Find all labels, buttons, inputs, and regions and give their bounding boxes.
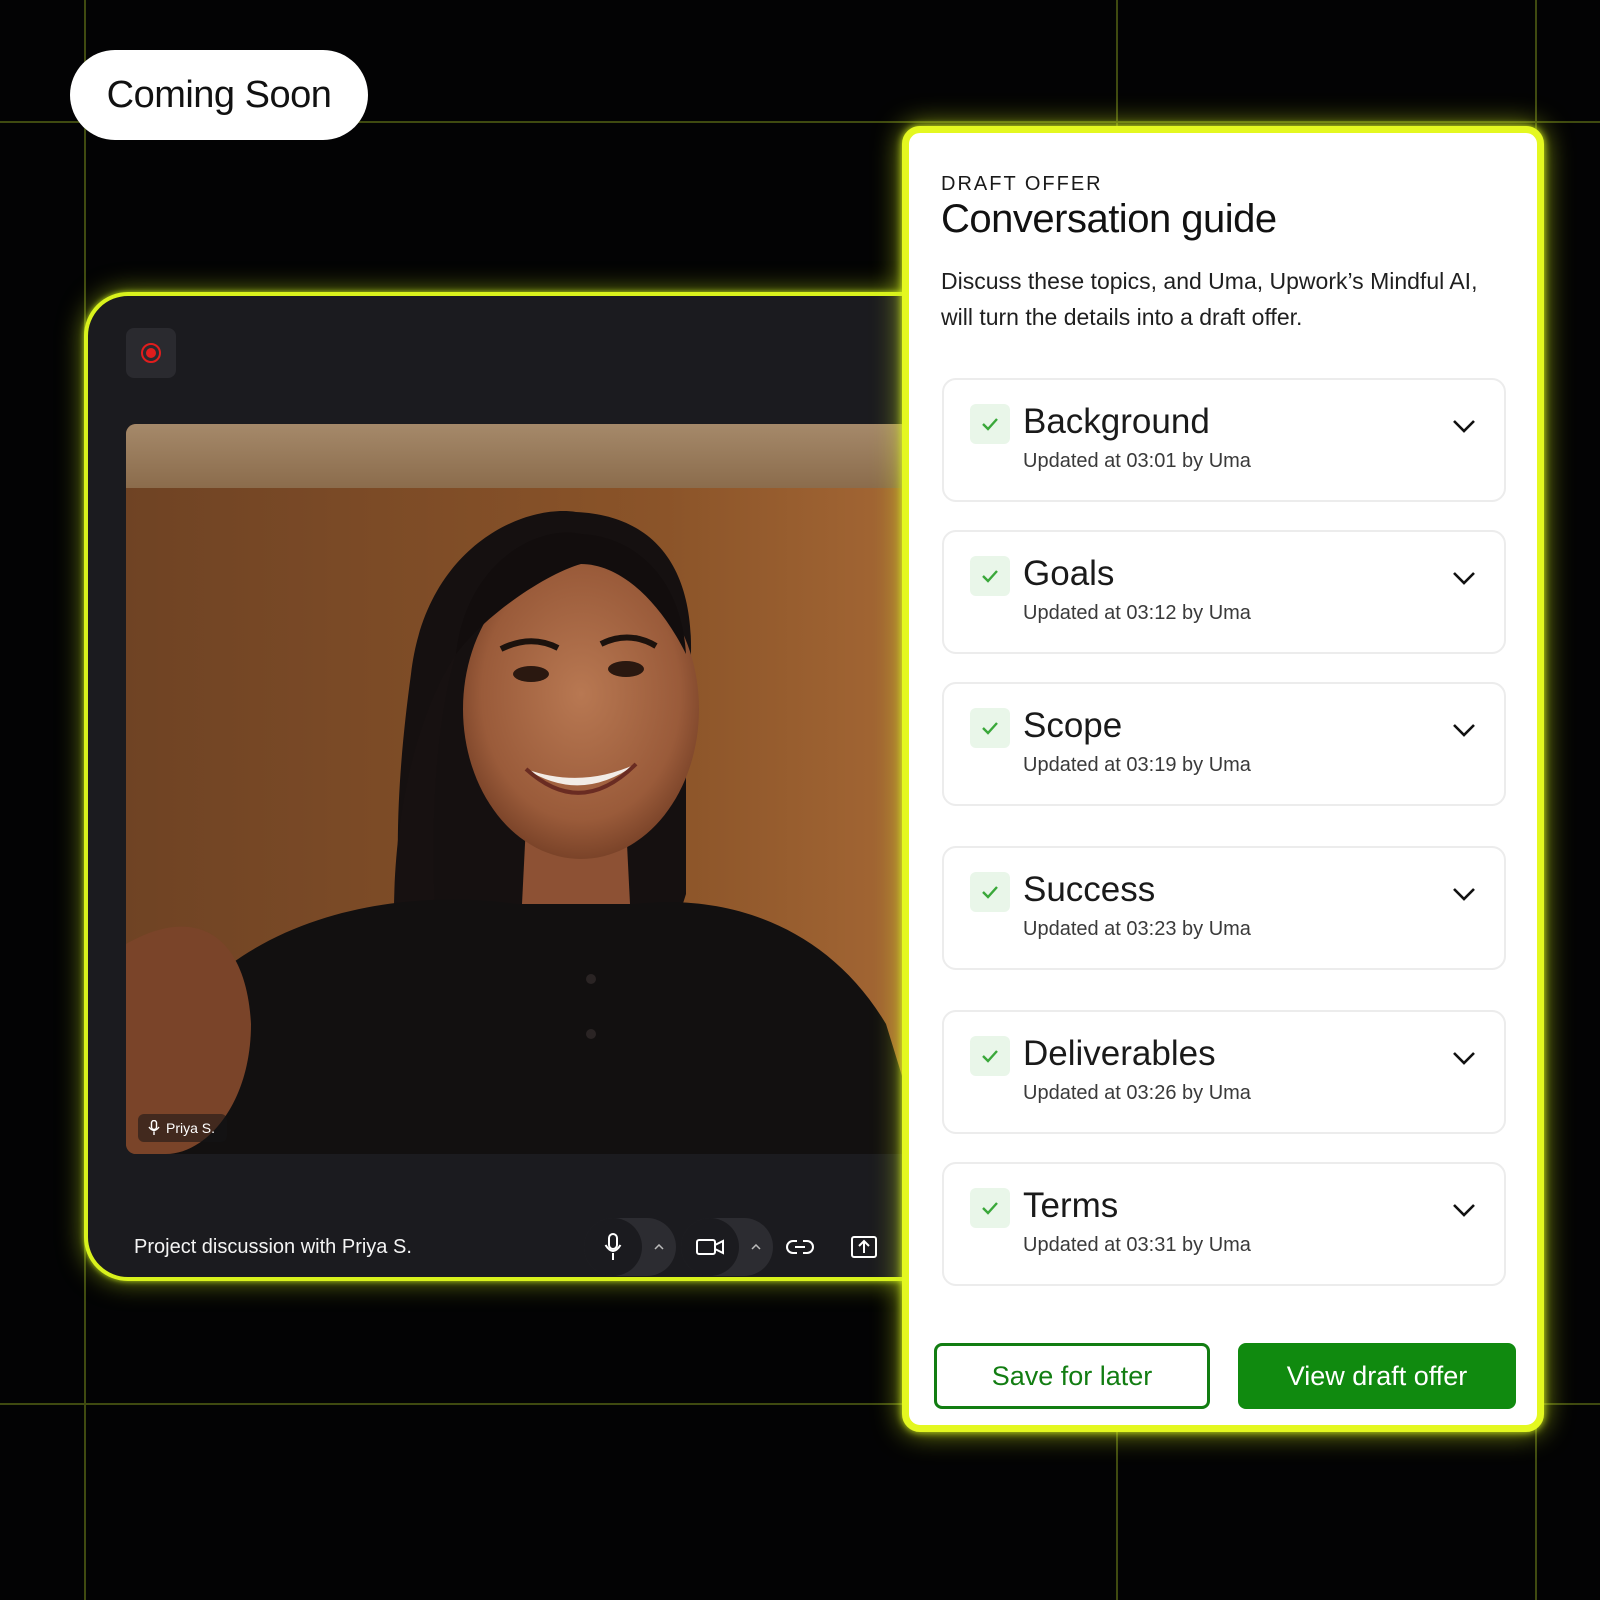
topic-terms[interactable]: Terms Updated at 03:31 by Uma: [942, 1162, 1506, 1286]
participant-portrait: [126, 424, 1020, 1154]
caret-up-icon: [751, 1244, 761, 1250]
camera-button[interactable]: [681, 1218, 739, 1276]
microphone-icon: [604, 1233, 622, 1260]
topic-title: Terms: [1023, 1186, 1119, 1225]
topic-goals[interactable]: Goals Updated at 03:12 by Uma: [942, 530, 1506, 654]
microphone-options-button[interactable]: [642, 1244, 676, 1250]
save-for-later-button[interactable]: Save for later: [934, 1343, 1210, 1409]
topic-updated: Updated at 03:12 by Uma: [1023, 602, 1251, 624]
coming-soon-badge: Coming Soon: [70, 50, 368, 140]
topic-updated: Updated at 03:31 by Uma: [1023, 1234, 1251, 1256]
participant-name-tag: Priya S.: [138, 1114, 228, 1142]
check-icon: [970, 872, 1010, 912]
camera-control: [681, 1218, 773, 1276]
video-call-window: Priya S. Project discussion with Priya S…: [84, 292, 1024, 1281]
topic-title: Scope: [1023, 706, 1123, 745]
call-title: Project discussion with Priya S.: [134, 1236, 412, 1258]
topic-scope[interactable]: Scope Updated at 03:19 by Uma: [942, 682, 1506, 806]
topic-updated: Updated at 03:19 by Uma: [1023, 754, 1251, 776]
conversation-guide-panel: DRAFT OFFER Conversation guide Discuss t…: [902, 126, 1544, 1432]
topic-success[interactable]: Success Updated at 03:23 by Uma: [942, 846, 1506, 970]
topic-deliverables[interactable]: Deliverables Updated at 03:26 by Uma: [942, 1010, 1506, 1134]
caret-up-icon: [654, 1244, 664, 1250]
chevron-down-icon[interactable]: [1450, 716, 1478, 744]
chevron-down-icon[interactable]: [1450, 1196, 1478, 1224]
camera-icon: [696, 1239, 724, 1255]
check-icon: [970, 1188, 1010, 1228]
topic-title: Success: [1023, 870, 1156, 909]
topic-updated: Updated at 03:26 by Uma: [1023, 1082, 1251, 1104]
copy-link-button[interactable]: [771, 1218, 829, 1276]
view-draft-offer-button[interactable]: View draft offer: [1238, 1343, 1516, 1409]
topic-background[interactable]: Background Updated at 03:01 by Uma: [942, 378, 1506, 502]
topic-title: Background: [1023, 402, 1210, 441]
participant-video: Priya S.: [126, 424, 1020, 1154]
microphone-button[interactable]: [584, 1218, 642, 1276]
record-button[interactable]: [126, 328, 176, 378]
topic-updated: Updated at 03:01 by Uma: [1023, 450, 1251, 472]
chevron-down-icon[interactable]: [1450, 564, 1478, 592]
topic-updated: Updated at 03:23 by Uma: [1023, 918, 1251, 940]
microphone-control: [584, 1218, 676, 1276]
record-icon: [141, 343, 161, 363]
check-icon: [970, 1036, 1010, 1076]
chevron-down-icon[interactable]: [1450, 880, 1478, 908]
panel-title: Conversation guide: [941, 197, 1277, 241]
chevron-down-icon[interactable]: [1450, 1044, 1478, 1072]
panel-eyebrow: DRAFT OFFER: [941, 173, 1103, 195]
topic-title: Deliverables: [1023, 1034, 1216, 1073]
participant-name: Priya S.: [166, 1120, 216, 1136]
camera-options-button[interactable]: [739, 1244, 773, 1250]
share-screen-button[interactable]: [835, 1218, 893, 1276]
link-icon: [786, 1240, 814, 1254]
share-screen-icon: [851, 1236, 877, 1258]
chevron-down-icon[interactable]: [1450, 412, 1478, 440]
microphone-icon: [148, 1120, 160, 1135]
check-icon: [970, 556, 1010, 596]
check-icon: [970, 708, 1010, 748]
topic-title: Goals: [1023, 554, 1115, 593]
check-icon: [970, 404, 1010, 444]
panel-description: Discuss these topics, and Uma, Upwork’s …: [941, 268, 1478, 330]
